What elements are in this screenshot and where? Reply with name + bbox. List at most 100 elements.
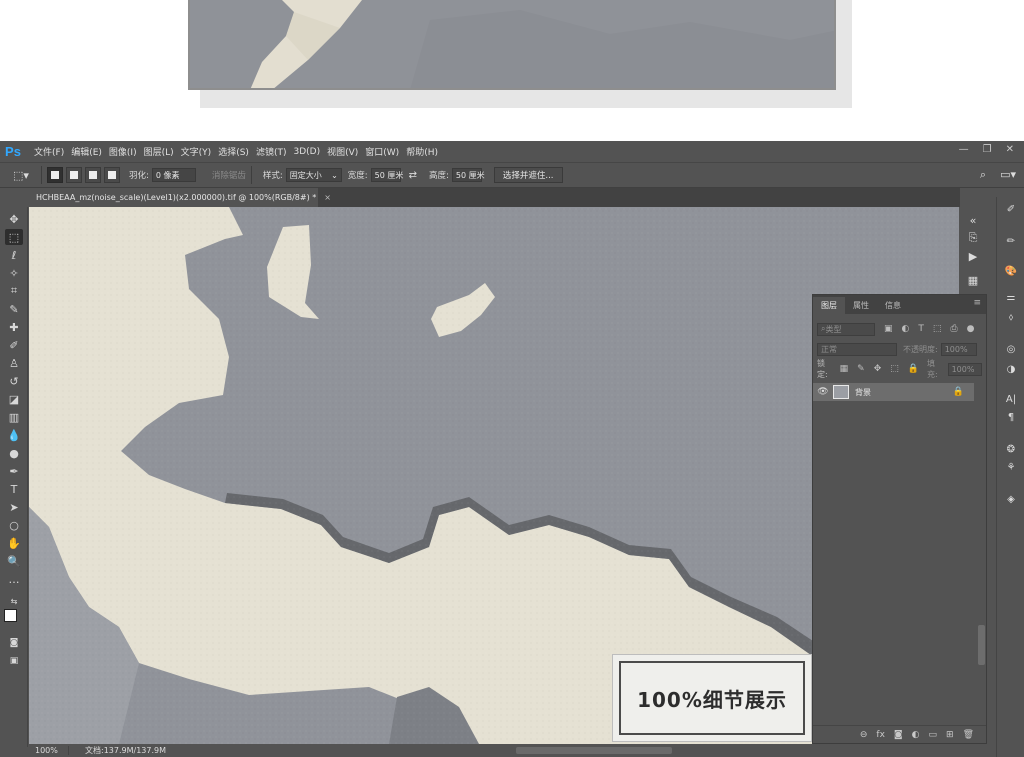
- lock-transparent-icon[interactable]: ▦: [840, 364, 849, 374]
- menu-layer[interactable]: 图层(L): [144, 145, 174, 158]
- color-panel-icon[interactable]: 🎨: [1002, 263, 1020, 279]
- menu-type[interactable]: 文字(Y): [181, 145, 212, 158]
- menu-select[interactable]: 选择(S): [218, 145, 249, 158]
- adjustments-icon[interactable]: ⚌: [1002, 289, 1020, 305]
- intersect-selection-icon[interactable]: [104, 167, 120, 183]
- new-group-icon[interactable]: ▭: [929, 730, 938, 740]
- swap-colors-icon[interactable]: ⇆: [5, 593, 23, 609]
- layer-row-background[interactable]: 👁 背景 🔒: [813, 383, 974, 401]
- character-icon[interactable]: A|: [1002, 391, 1020, 407]
- actions-icon[interactable]: ▶: [966, 249, 980, 263]
- paragraph-icon[interactable]: ¶: [1002, 409, 1020, 425]
- marquee-tool-icon[interactable]: ⬚: [5, 229, 23, 245]
- clone-stamp-tool-icon[interactable]: ♙: [5, 355, 23, 371]
- height-input[interactable]: 50 厘米: [451, 168, 485, 182]
- opacity-input[interactable]: 100%: [940, 342, 977, 356]
- dodge-tool-icon[interactable]: ●: [5, 445, 23, 461]
- hand-tool-icon[interactable]: ✋: [5, 535, 23, 551]
- healing-brush-tool-icon[interactable]: ✚: [5, 319, 23, 335]
- path-selection-tool-icon[interactable]: ➤: [5, 499, 23, 515]
- timeline-icon[interactable]: ⚘: [1002, 459, 1020, 475]
- panel-menu-icon[interactable]: ≡: [973, 298, 981, 308]
- style-select[interactable]: 固定大小 ⌄: [285, 168, 342, 182]
- subtract-selection-icon[interactable]: [85, 167, 101, 183]
- history-icon[interactable]: ⎘: [966, 231, 980, 245]
- link-layers-icon[interactable]: ⊖: [860, 730, 868, 740]
- filter-shape-icon[interactable]: ⬚: [933, 324, 942, 334]
- quick-mask-icon[interactable]: ◙: [5, 635, 23, 651]
- feather-input[interactable]: 0 像素: [151, 168, 196, 182]
- eraser-tool-icon[interactable]: ◪: [5, 391, 23, 407]
- blend-mode-select[interactable]: 正常: [817, 342, 897, 356]
- menu-file[interactable]: 文件(F): [34, 145, 64, 158]
- filter-smart-object-icon[interactable]: ⎙: [950, 324, 957, 334]
- filter-type-icon[interactable]: T: [918, 324, 924, 334]
- tab-layers[interactable]: 图层: [813, 297, 845, 314]
- menu-filter[interactable]: 滤镜(T): [256, 145, 287, 158]
- filter-adjustment-icon[interactable]: ◐: [902, 324, 910, 334]
- libraries-icon[interactable]: ◈: [1002, 491, 1020, 507]
- lock-pixels-icon[interactable]: ✎: [857, 364, 865, 374]
- screen-mode-icon[interactable]: ▣: [5, 653, 23, 669]
- gradient-tool-icon[interactable]: ▥: [5, 409, 23, 425]
- close-icon[interactable]: ✕: [1006, 144, 1014, 155]
- magic-wand-tool-icon[interactable]: ✧: [5, 265, 23, 281]
- menu-view[interactable]: 视图(V): [327, 145, 358, 158]
- tab-info[interactable]: 信息: [877, 297, 909, 314]
- horizontal-scrollbar[interactable]: [516, 747, 672, 754]
- lock-artboard-icon[interactable]: ⬚: [890, 364, 899, 374]
- shape-tool-icon[interactable]: ○: [5, 517, 23, 533]
- type-tool-icon[interactable]: T: [5, 481, 23, 497]
- new-selection-icon[interactable]: [47, 167, 63, 183]
- antialias-checkbox[interactable]: 消除锯齿: [212, 169, 246, 181]
- styles-icon[interactable]: ⬨: [1002, 309, 1020, 325]
- document-size[interactable]: 文档:137.9M/137.9M: [85, 745, 166, 756]
- expand-panels-icon[interactable]: «: [966, 213, 980, 227]
- brush-settings-icon[interactable]: ✏: [1002, 233, 1020, 249]
- channels-icon[interactable]: ◎: [1002, 341, 1020, 357]
- more-tools-icon[interactable]: …: [5, 571, 23, 587]
- swap-dimensions-icon[interactable]: ⇄: [409, 170, 417, 181]
- paths-icon[interactable]: ◑: [1002, 361, 1020, 377]
- add-mask-icon[interactable]: ◙: [894, 730, 903, 740]
- blur-tool-icon[interactable]: 💧: [5, 427, 23, 443]
- brush-tool-icon[interactable]: ✐: [5, 337, 23, 353]
- menu-help[interactable]: 帮助(H): [406, 145, 438, 158]
- layer-filter-select[interactable]: ⌕ 类型: [817, 322, 875, 336]
- lock-position-icon[interactable]: ✥: [874, 364, 882, 374]
- adjustment-layer-icon[interactable]: ◐: [912, 730, 920, 740]
- delete-layer-icon[interactable]: 🗑: [963, 730, 974, 740]
- layer-style-icon[interactable]: fx: [876, 730, 885, 740]
- tab-properties[interactable]: 属性: [845, 297, 877, 314]
- lock-all-icon[interactable]: 🔒: [908, 364, 919, 374]
- panel-scrollbar[interactable]: [978, 625, 985, 665]
- eye-icon[interactable]: 👁: [813, 387, 833, 397]
- menu-window[interactable]: 窗口(W): [365, 145, 399, 158]
- grid-icon[interactable]: ▦: [966, 273, 980, 287]
- crop-tool-icon[interactable]: ⌗: [5, 283, 23, 299]
- menu-edit[interactable]: 编辑(E): [71, 145, 102, 158]
- rectangular-marquee-icon[interactable]: ⬚▾: [6, 165, 36, 185]
- document-tab[interactable]: HCHBEAA_mz(noise_scale)(Level1)(x2.00000…: [28, 188, 331, 207]
- pen-tool-icon[interactable]: ✒: [5, 463, 23, 479]
- 3d-icon[interactable]: ❂: [1002, 441, 1020, 457]
- zoom-tool-icon[interactable]: 🔍: [5, 553, 23, 569]
- menu-3d[interactable]: 3D(D): [293, 147, 320, 157]
- history-brush-tool-icon[interactable]: ↺: [5, 373, 23, 389]
- minimize-icon[interactable]: —: [959, 144, 969, 155]
- new-layer-icon[interactable]: ⊞: [946, 730, 954, 740]
- close-icon[interactable]: ×: [324, 193, 331, 202]
- workspace-icon[interactable]: ▭▾: [1000, 168, 1016, 182]
- select-and-mask-button[interactable]: 选择并遮住...: [493, 167, 563, 183]
- search-icon[interactable]: ⌕: [980, 168, 986, 182]
- brush-preset-icon[interactable]: ✐: [1002, 201, 1020, 217]
- foreground-color-swatch[interactable]: [4, 609, 17, 622]
- menu-image[interactable]: 图像(I): [109, 145, 137, 158]
- zoom-level[interactable]: 100%: [29, 746, 69, 755]
- lasso-tool-icon[interactable]: ℓ: [5, 247, 23, 263]
- filter-pixel-icon[interactable]: ▣: [884, 324, 893, 334]
- filter-toggle-icon[interactable]: ●: [967, 324, 975, 334]
- add-selection-icon[interactable]: [66, 167, 82, 183]
- width-input[interactable]: 50 厘米: [370, 168, 403, 182]
- move-tool-icon[interactable]: ✥: [5, 211, 23, 227]
